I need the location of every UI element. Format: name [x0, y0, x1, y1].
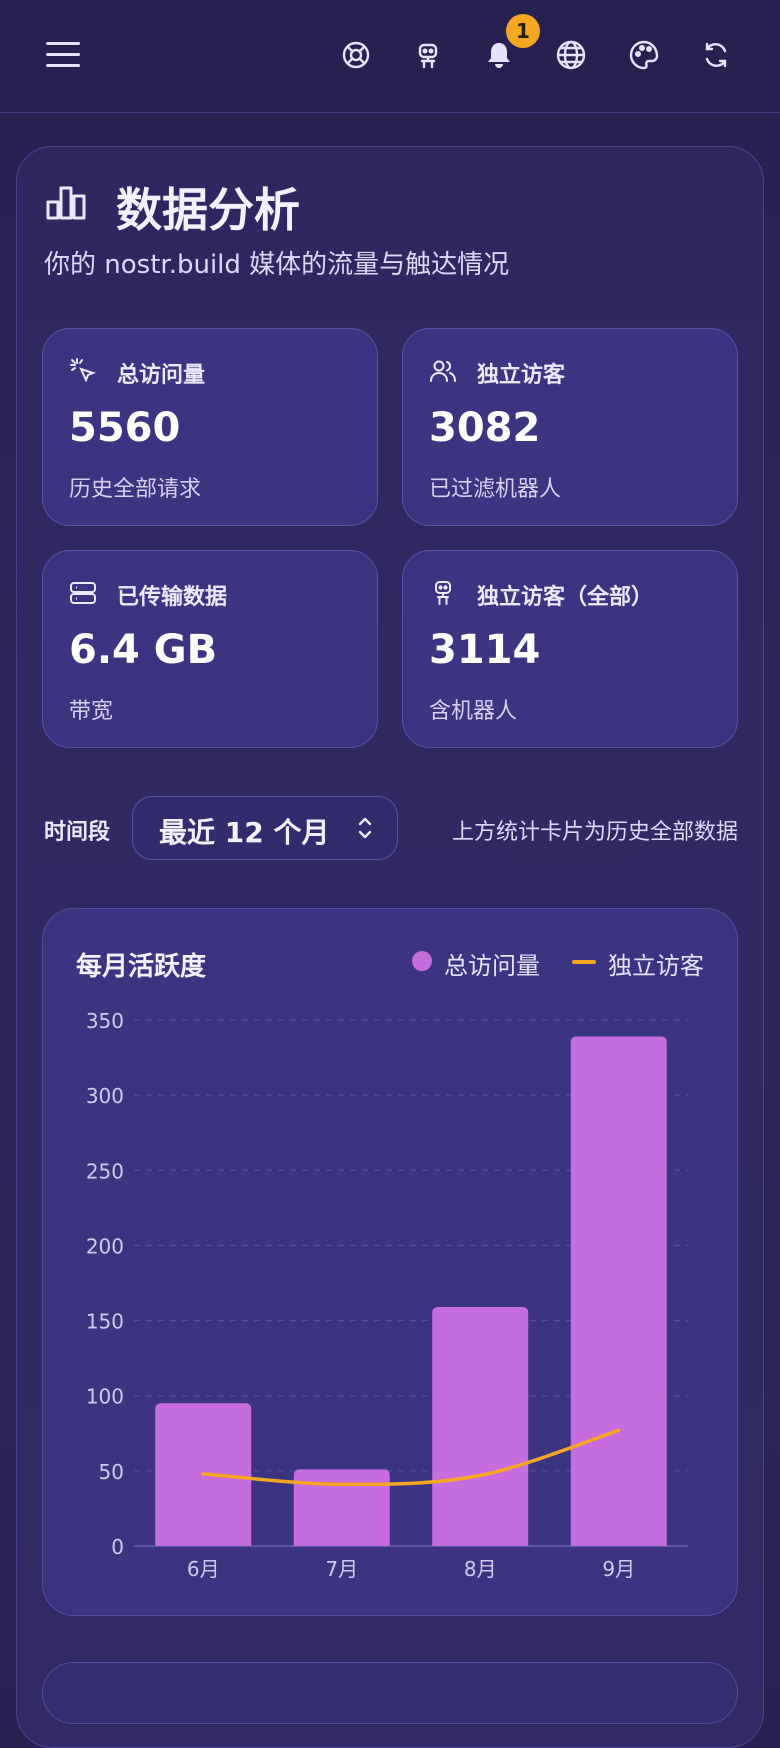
- next-card: [42, 1662, 738, 1724]
- x-tick-label: 9月: [602, 1557, 635, 1581]
- y-tick-label: 200: [86, 1234, 124, 1258]
- line-unique-visitors: [201, 1428, 621, 1487]
- x-tick-label: 6月: [187, 1557, 220, 1581]
- y-tick-label: 100: [86, 1385, 124, 1409]
- x-tick-label: 8月: [464, 1557, 497, 1581]
- bar-8月: [432, 1307, 529, 1546]
- bar-7月: [293, 1469, 390, 1546]
- y-tick-label: 50: [99, 1460, 124, 1484]
- y-tick-label: 300: [86, 1084, 124, 1108]
- x-tick-label: 7月: [325, 1557, 358, 1581]
- y-tick-label: 150: [86, 1310, 124, 1334]
- y-tick-label: 350: [86, 1009, 124, 1033]
- y-tick-label: 250: [86, 1159, 124, 1183]
- y-tick-label: 0: [111, 1535, 124, 1559]
- bar-9月: [570, 1036, 667, 1546]
- monthly-activity-chart: 0 50 100 150 200 250 300 350 6月 7月 8月 9月: [86, 1009, 688, 1581]
